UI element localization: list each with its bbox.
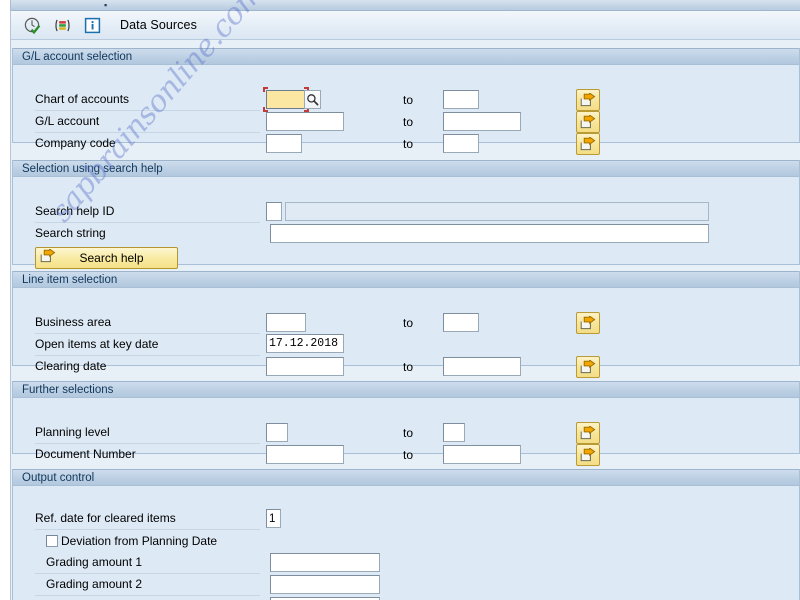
panel-output-control: Output control Ref. date for cleared ite… <box>12 469 800 600</box>
input-open-items-at-key-date[interactable] <box>266 334 344 353</box>
panel-body-further-selections: Planning level to Document Number to <box>13 398 799 466</box>
input-business-area[interactable] <box>266 313 306 332</box>
search-help-button-label: Search help <box>79 251 144 265</box>
to-label-planning-level: to <box>403 426 414 440</box>
search-help-button[interactable]: Search help <box>35 247 178 269</box>
to-label-chart-of-accounts: to <box>403 93 414 107</box>
label-gl-account: G/L account <box>35 114 100 128</box>
sap-selection-screen: ▪ Data Sources G/L account selection Cha… <box>0 0 800 600</box>
search-help-f4-icon[interactable] <box>304 90 321 109</box>
input-search-string[interactable] <box>270 224 709 243</box>
checkbox-deviation-from-planning-date[interactable] <box>46 535 58 547</box>
input-search-help-id-description[interactable] <box>285 202 709 221</box>
panel-body-selection-using-search-help: Search help ID Search string Search help <box>13 177 799 269</box>
label-planning-level: Planning level <box>35 425 110 439</box>
multi-select-button-document-number[interactable] <box>576 444 600 466</box>
input-company-code-to[interactable] <box>443 134 479 153</box>
checkbox-label-deviation-from-planning-date: Deviation from Planning Date <box>61 534 218 548</box>
input-gl-account[interactable] <box>266 112 344 131</box>
search-help-button-icon <box>40 247 56 268</box>
label-ref-date-for-cleared-items: Ref. date for cleared items <box>35 511 176 525</box>
focus-frame-chart-of-accounts <box>263 87 309 112</box>
panel-further-selections: Further selections Planning level to Doc… <box>12 381 800 466</box>
to-label-business-area: to <box>403 316 414 330</box>
label-chart-of-accounts: Chart of accounts <box>35 92 130 106</box>
execute-icon[interactable] <box>20 14 44 36</box>
panel-line-item-selection: Line item selection Business area to Ope… <box>12 271 800 378</box>
input-search-help-id[interactable] <box>266 202 282 221</box>
input-grading-amount-1[interactable] <box>270 553 380 572</box>
left-gutter <box>0 11 11 600</box>
multi-select-button-business-area[interactable] <box>576 312 600 334</box>
label-business-area: Business area <box>35 315 112 329</box>
input-clearing-date[interactable] <box>266 357 344 376</box>
input-planning-level-to[interactable] <box>443 423 465 442</box>
label-grading-amount-3: Grading amount 3 <box>46 595 142 600</box>
label-search-help-id: Search help ID <box>35 204 115 218</box>
label-company-code: Company code <box>35 136 116 150</box>
multi-select-button-clearing-date[interactable] <box>576 356 600 378</box>
input-grading-amount-2[interactable] <box>270 575 380 594</box>
multi-select-button-gl-account[interactable] <box>576 111 600 133</box>
titlebar-glyph: ▪ <box>104 0 108 10</box>
titlebar-left-edge <box>0 0 11 11</box>
panel-header-gl-account-selection: G/L account selection <box>13 48 799 65</box>
info-icon[interactable] <box>80 14 104 36</box>
panel-gl-account-selection: G/L account selection Chart of accounts … <box>12 48 800 155</box>
label-open-items-at-key-date: Open items at key date <box>35 337 159 351</box>
label-grading-amount-2: Grading amount 2 <box>46 577 143 591</box>
to-label-gl-account: to <box>403 115 414 129</box>
multi-select-button-planning-level[interactable] <box>576 422 600 444</box>
panel-header-selection-using-search-help: Selection using search help <box>13 160 799 177</box>
application-toolbar: Data Sources <box>11 11 800 40</box>
panel-header-output-control: Output control <box>13 469 799 486</box>
screen-title: Data Sources <box>120 18 197 32</box>
input-document-number-to[interactable] <box>443 445 521 464</box>
checkbox-row-deviation-from-planning-date[interactable]: Deviation from Planning Date <box>46 531 217 551</box>
input-planning-level[interactable] <box>266 423 288 442</box>
input-ref-date-for-cleared-items[interactable] <box>266 509 281 528</box>
input-document-number[interactable] <box>266 445 344 464</box>
to-label-document-number: to <box>403 448 414 462</box>
label-document-number: Document Number <box>35 447 136 461</box>
label-search-string: Search string <box>35 226 106 240</box>
input-gl-account-to[interactable] <box>443 112 521 131</box>
multi-select-button-chart-of-accounts[interactable] <box>576 89 600 111</box>
panel-header-line-item-selection: Line item selection <box>13 271 799 288</box>
input-chart-of-accounts[interactable] <box>266 90 306 109</box>
multiple-selection-icon[interactable] <box>50 14 74 36</box>
label-grading-amount-1: Grading amount 1 <box>46 555 143 569</box>
panel-body-line-item-selection: Business area to Open items at key date … <box>13 288 799 378</box>
to-label-company-code: to <box>403 137 414 151</box>
input-business-area-to[interactable] <box>443 313 479 332</box>
multi-select-button-company-code[interactable] <box>576 133 600 155</box>
row-underline <box>35 529 260 530</box>
input-clearing-date-to[interactable] <box>443 357 521 376</box>
panel-selection-using-search-help: Selection using search help Search help … <box>12 160 800 269</box>
panel-body-output-control: Ref. date for cleared items Deviation fr… <box>13 486 799 600</box>
panel-body-gl-account-selection: Chart of accounts to G/L account to Comp… <box>13 65 799 155</box>
input-chart-of-accounts-to[interactable] <box>443 90 479 109</box>
to-label-clearing-date: to <box>403 360 414 374</box>
panel-header-further-selections: Further selections <box>13 381 799 398</box>
label-clearing-date: Clearing date <box>35 359 107 373</box>
input-company-code[interactable] <box>266 134 302 153</box>
window-titlebar: ▪ <box>0 0 800 11</box>
